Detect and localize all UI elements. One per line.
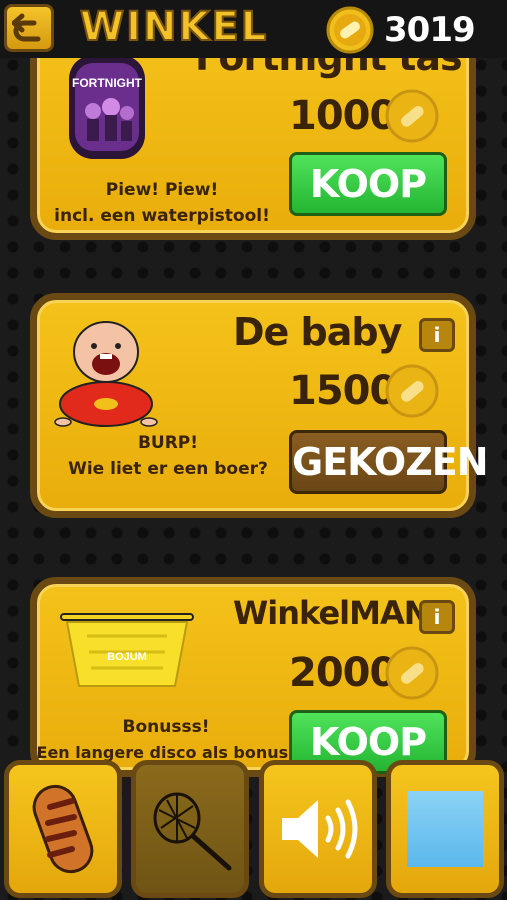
item-description: Piew! Piew! incl. een waterpistool!: [37, 177, 287, 229]
coin-icon: [385, 646, 439, 700]
coin-balance: 3019: [384, 10, 476, 50]
header-bar: WINKEL 3019: [0, 0, 507, 58]
selected-button[interactable]: GEKOZEN: [289, 430, 489, 494]
item-description: BURP! Wie liet er een boer?: [43, 430, 293, 482]
coin-icon: [385, 364, 439, 418]
description-line: Wie liet er een boer?: [68, 459, 268, 479]
shop-item-card: WinkelMAND i BOJUM 2000 Bonusss! Een lan…: [30, 577, 476, 777]
backpack-label: FORTNIGHT: [72, 76, 143, 90]
back-arrow-icon: [12, 13, 41, 42]
item-price: 2000: [289, 650, 397, 696]
bottom-toolbar: [0, 760, 507, 900]
blue-square-icon: [407, 791, 483, 867]
info-button[interactable]: i: [419, 318, 455, 352]
item-name: De baby: [233, 310, 402, 354]
description-line: Piew! Piew!: [105, 180, 219, 200]
net-icon: [153, 792, 232, 871]
speaker-icon: [282, 799, 358, 859]
bread-icon: [32, 784, 94, 874]
basket-label: BOJUM: [107, 651, 147, 663]
sound-button[interactable]: [259, 760, 377, 898]
baby-image: [54, 321, 158, 427]
basket-image: BOJUM: [60, 613, 194, 687]
coin-icon: [385, 89, 439, 143]
color-button[interactable]: [386, 760, 504, 898]
description-line: Bonusss!: [122, 717, 210, 737]
page-title: WINKEL: [79, 3, 269, 51]
bread-button[interactable]: [4, 760, 122, 898]
shop-item-card: De baby i 1500 BURP! Wie liet er een boe…: [30, 293, 489, 518]
net-button[interactable]: [131, 760, 249, 898]
info-button[interactable]: i: [419, 600, 455, 634]
description-line: incl. een waterpistool!: [54, 206, 270, 226]
item-price: 1000: [289, 93, 397, 139]
item-price: 1500: [289, 368, 397, 414]
back-button[interactable]: [4, 4, 54, 52]
description-line: BURP!: [137, 433, 199, 453]
coin-icon: [326, 6, 374, 54]
backpack-image: FORTNIGHT: [69, 55, 145, 159]
item-description: Bonusss! Een langere disco als bonus!: [35, 714, 297, 766]
buy-button[interactable]: KOOP: [289, 152, 447, 216]
